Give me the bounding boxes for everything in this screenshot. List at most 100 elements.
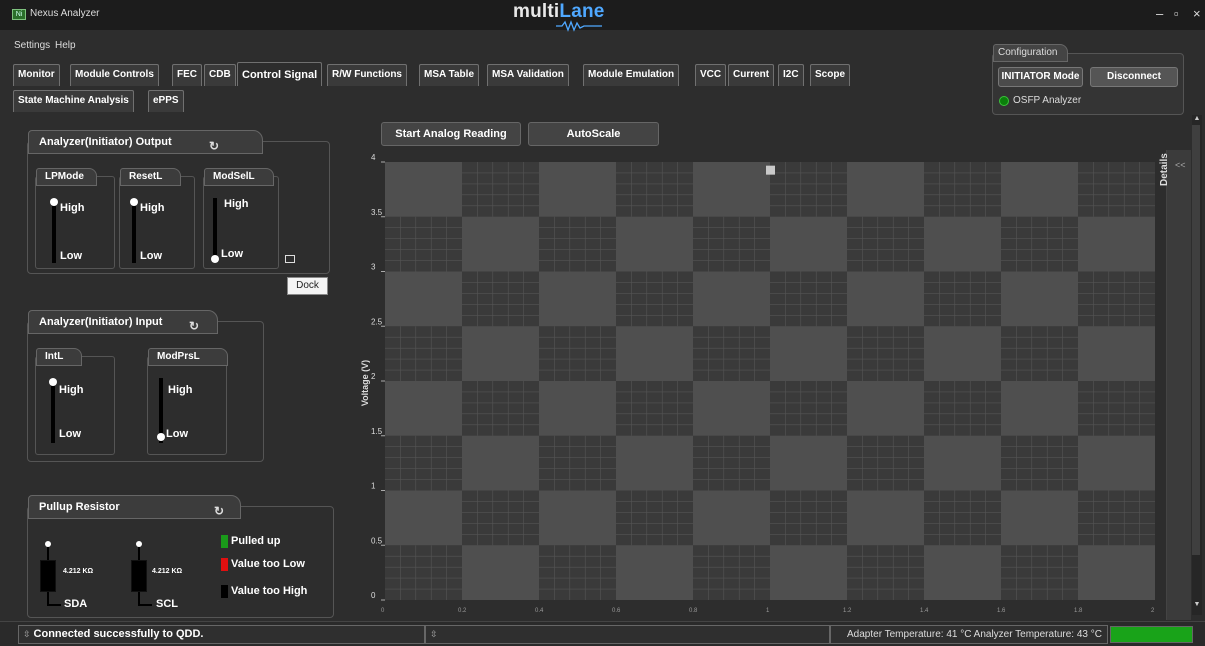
refresh-output-icon[interactable]: ↻ [209, 135, 219, 157]
resetl-low-label: Low [140, 250, 162, 262]
details-panel[interactable]: << Details [1159, 150, 1191, 620]
output-group-label: Analyzer(Initiator) Output [39, 136, 172, 148]
scrollbar-thumb[interactable] [1192, 125, 1200, 555]
chart-grid-tile [539, 162, 616, 217]
lpmode-switch-knob[interactable] [50, 198, 58, 206]
dock-tooltip: Dock [287, 277, 328, 295]
chart-grid-tile [847, 545, 924, 600]
dock-icon[interactable] [285, 255, 295, 263]
close-button[interactable]: × [1193, 6, 1201, 21]
chart-grid-tile [616, 435, 693, 491]
refresh-pullup-icon[interactable]: ↻ [214, 500, 224, 522]
menu-help[interactable]: Help [55, 40, 76, 51]
vertical-scrollbar[interactable]: ▲ ▼ [1192, 115, 1202, 615]
resetl-high-label: High [140, 202, 165, 214]
details-label[interactable]: Details [1159, 153, 1170, 186]
chart-grid-tile [1078, 435, 1155, 491]
chart-grid-tile [1078, 326, 1155, 381]
signal-intl: IntL High Low [35, 348, 115, 455]
chart-y-tick-label: 0 [371, 591, 376, 600]
sda-label: SDA [64, 598, 88, 610]
pullup-group: Pullup Resistor ↻ 4.212 KΩ SDA 4.212 KΩ … [27, 495, 334, 618]
scroll-up-arrow-icon[interactable]: ▲ [1192, 115, 1202, 122]
signal-modprsl: ModPrsL High Low [147, 348, 228, 455]
chart-grid-tile [1001, 490, 1078, 546]
title-bar: Ni Nexus Analyzer multiLane – ▫ × [0, 0, 1205, 32]
tab-cdb[interactable]: CDB [204, 64, 236, 86]
scl-wire-lead [138, 604, 152, 606]
autoscale-button[interactable]: AutoScale [528, 122, 659, 146]
chart-grid-tile [847, 271, 924, 327]
chart-grid-tile [770, 326, 847, 381]
connection-status-led [999, 96, 1009, 106]
details-collapse-chevron-icon[interactable]: << [1175, 160, 1186, 170]
chart-grid-tile [539, 216, 616, 272]
signal-resetl-title: ResetL [120, 168, 181, 186]
chart-grid-tile [1078, 490, 1155, 546]
chart-grid-tile [847, 381, 924, 436]
tab-state-machine-analysis[interactable]: State Machine Analysis [13, 90, 134, 112]
disconnect-button[interactable]: Disconnect [1090, 67, 1178, 87]
tab-epps[interactable]: ePPS [148, 90, 184, 112]
tab-module-emulation[interactable]: Module Emulation [583, 64, 680, 86]
chart-grid-tile [770, 381, 847, 436]
legend-too-high-label: Value too High [231, 585, 308, 597]
voltage-chart-svg[interactable]: 0 0.5 1 1.5 2 2.5 3 3.5 4 0 0.2 0.4 0.6 0.8 1 1.2 1.4 1.6… [340, 150, 1160, 620]
intl-switch-track [51, 378, 55, 443]
resetl-switch-knob[interactable] [130, 198, 138, 206]
tab-current[interactable]: Current [728, 64, 775, 86]
chart-grid-tile [616, 162, 693, 217]
chart-x-tick-label: 0.2 [458, 608, 467, 614]
chart-grid-tile [847, 162, 924, 217]
chart-y-axis-title: Voltage (V) [360, 359, 371, 407]
refresh-input-icon[interactable]: ↻ [189, 315, 199, 337]
chart-y-tick-label: 1 [371, 482, 376, 491]
chart-y-tick-label: 4 [371, 153, 376, 162]
chart-x-tick-label: 0 [381, 608, 385, 614]
status-spinner-2-icon: ⇳ [430, 629, 438, 639]
modsell-switch-track[interactable] [213, 198, 217, 263]
scroll-down-arrow-icon[interactable]: ▼ [1192, 601, 1202, 608]
tab-monitor[interactable]: Monitor [13, 64, 60, 86]
chart-grid-tile [924, 490, 1001, 546]
tab-control-signal[interactable]: Control Signal [237, 62, 323, 86]
tab-vcc[interactable]: VCC [695, 64, 727, 86]
lpmode-switch-track[interactable] [52, 198, 56, 263]
chart-grid-tile [693, 216, 770, 272]
voltage-chart[interactable]: 0 0.5 1 1.5 2 2.5 3 3.5 4 0 0.2 0.4 0.6 0.8 1 1.2 1.4 1.6… [340, 150, 1160, 620]
legend-too-high-swatch [221, 585, 228, 598]
sda-resistor-value: 4.212 KΩ [63, 568, 94, 575]
maximize-button[interactable]: ▫ [1174, 6, 1179, 21]
chart-grid-tile [1001, 545, 1078, 600]
resetl-switch-track[interactable] [132, 198, 136, 263]
tab-fec[interactable]: FEC [172, 64, 202, 86]
start-analog-reading-button[interactable]: Start Analog Reading [381, 122, 521, 146]
signal-intl-title: IntL [36, 348, 82, 366]
minimize-button[interactable]: – [1156, 6, 1163, 21]
chart-grid-tile [462, 216, 539, 272]
tab-module-controls[interactable]: Module Controls [70, 64, 159, 86]
sda-resistor-icon [40, 560, 56, 592]
chart-grid-tile [847, 216, 924, 272]
intl-switch-knob [49, 378, 57, 386]
chart-grid-tile [539, 271, 616, 327]
tab-msa-table[interactable]: MSA Table [419, 64, 480, 86]
chart-x-tick-label: 0.6 [612, 608, 621, 614]
tab-scope[interactable]: Scope [810, 64, 851, 86]
chart-grid-tile [770, 216, 847, 272]
tab-rw-functions[interactable]: R/W Functions [327, 64, 407, 86]
chart-grid-tile [539, 490, 616, 546]
chart-grid-tile [462, 162, 539, 217]
initiator-mode-button[interactable]: INITIATOR Mode [998, 67, 1083, 87]
chart-grid-tile [693, 435, 770, 491]
logo-text-accent: Lane [559, 1, 605, 22]
modprsl-low-label: Low [166, 428, 188, 440]
chart-grid-tile [924, 381, 1001, 436]
chart-grid-tile [462, 381, 539, 436]
tab-i2c[interactable]: I2C [778, 64, 804, 86]
menu-settings[interactable]: Settings [14, 40, 50, 51]
modsell-switch-knob[interactable] [211, 255, 219, 263]
chart-grid-tile [385, 435, 462, 491]
chart-grid-tile [616, 545, 693, 600]
tab-msa-validation[interactable]: MSA Validation [487, 64, 569, 86]
